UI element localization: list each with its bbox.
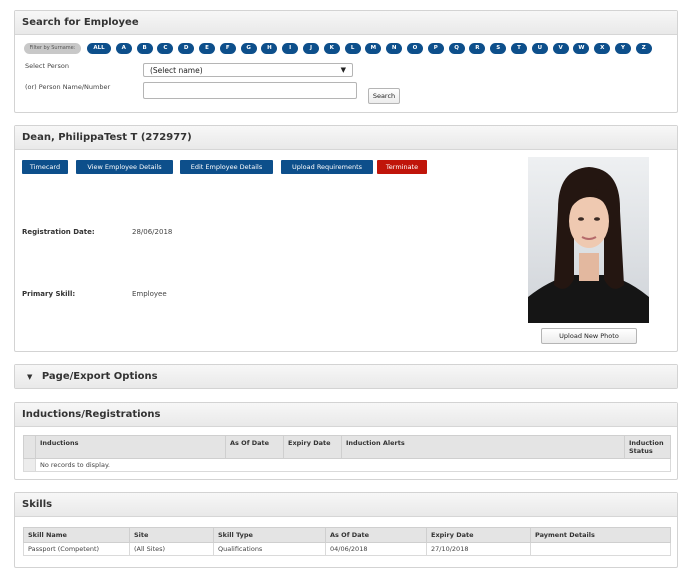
payment-details-cell [530,542,671,556]
as-of-date-cell: 04/06/2018 [325,542,427,556]
select-person-label: Select Person [25,62,69,70]
surname-filter-j[interactable]: J [303,43,319,54]
inductions-header-row: Inductions As Of Date Expiry Date Induct… [23,435,671,459]
select-person-value: (Select name) [150,66,203,75]
surname-filter-i[interactable]: I [282,43,299,54]
registration-date-label: Registration Date: [22,228,95,236]
site-cell: (All Sites) [129,542,214,556]
chevron-down-icon: ▼ [340,66,346,74]
expiry-date-column[interactable]: Expiry Date [283,435,342,459]
name-number-label: (or) Person Name/Number [25,83,111,91]
surname-filter-m[interactable]: M [365,43,382,54]
view-employee-details-button[interactable]: View Employee Details [76,160,173,174]
skills-panel: Skills Skill Name Site Skill Type As Of … [14,492,678,568]
as-of-date-column[interactable]: As Of Date [225,435,284,459]
upload-new-photo-button[interactable]: Upload New Photo [541,328,637,344]
surname-filter-r[interactable]: R [469,43,486,54]
row-select-column [23,435,36,459]
skill-type-cell: Qualifications [213,542,326,556]
page-export-title: Page/Export Options [41,371,158,382]
inductions-panel: Inductions/Registrations Inductions As O… [14,402,678,480]
surname-filter-e[interactable]: E [199,43,215,54]
surname-filter-x[interactable]: X [594,43,611,54]
skill-type-column[interactable]: Skill Type [213,527,326,543]
primary-skill-value: Employee [132,290,167,298]
site-column[interactable]: Site [129,527,214,543]
expiry-date-cell: 27/10/2018 [426,542,531,556]
employee-photo [528,157,649,323]
skills-title: Skills [15,493,677,517]
search-panel: Search for Employee Filter by Surname: AL… [14,10,678,113]
skill-name-cell: Passport (Competent) [23,542,130,556]
inductions-table: Inductions As Of Date Expiry Date Induct… [23,435,671,472]
surname-filter-u[interactable]: U [531,43,548,54]
skills-table: Skill Name Site Skill Type As Of Date Ex… [23,527,671,556]
induction-status-column[interactable]: Induction Status [624,435,671,459]
surname-filter-c[interactable]: C [157,43,174,54]
inductions-title: Inductions/Registrations [15,403,677,427]
surname-filter-p[interactable]: P [427,43,444,54]
skill-name-column[interactable]: Skill Name [23,527,130,543]
row-select-cell [23,458,36,472]
no-records-message: No records to display. [35,458,671,472]
select-person-dropdown[interactable]: (Select name) ▼ [143,63,353,77]
registration-date-value: 28/06/2018 [132,228,173,236]
surname-filter-z[interactable]: Z [635,43,652,54]
table-row[interactable]: Passport (Competent) (All Sites) Qualifi… [23,542,671,556]
surname-filter-l[interactable]: L [344,43,361,54]
terminate-button[interactable]: Terminate [377,160,427,174]
surname-filter-n[interactable]: N [386,43,403,54]
surname-filter-g[interactable]: G [240,43,257,54]
surname-filter-v[interactable]: V [552,43,569,54]
caret-down-icon: ▼ [27,373,33,381]
surname-filter-f[interactable]: F [219,43,236,54]
search-button[interactable]: Search [368,88,400,104]
surname-filter-h[interactable]: H [261,43,278,54]
employee-title: Dean, PhilippaTest T (272977) [15,126,677,150]
page-export-panel[interactable]: ▼ Page/Export Options [14,364,678,389]
surname-filter-t[interactable]: T [511,43,527,54]
filter-by-surname-label: Filter by Surname: [24,43,81,54]
name-number-input[interactable] [143,82,357,99]
surname-filter-q[interactable]: Q [448,43,465,54]
search-panel-title: Search for Employee [15,11,677,35]
surname-filter-d[interactable]: D [178,43,195,54]
expiry-date-column[interactable]: Expiry Date [426,527,531,543]
page-export-header[interactable]: ▼ Page/Export Options [15,365,677,388]
surname-filter-s[interactable]: S [490,43,507,54]
inductions-column[interactable]: Inductions [35,435,226,459]
timecard-button[interactable]: Timecard [22,160,68,174]
employee-panel: Dean, PhilippaTest T (272977) Timecard V… [14,125,678,352]
primary-skill-label: Primary Skill: [22,290,76,298]
surname-filter-k[interactable]: K [323,43,340,54]
upload-requirements-button[interactable]: Upload Requirements [281,160,373,174]
surname-filter-w[interactable]: W [573,43,590,54]
empty-row: No records to display. [23,458,671,472]
surname-filter-y[interactable]: Y [615,43,631,54]
as-of-date-column[interactable]: As Of Date [325,527,427,543]
surname-filter-all[interactable]: ALL [87,43,111,54]
skills-header-row: Skill Name Site Skill Type As Of Date Ex… [23,527,671,543]
surname-filter-o[interactable]: O [407,43,423,54]
induction-alerts-column[interactable]: Induction Alerts [341,435,625,459]
edit-employee-details-button[interactable]: Edit Employee Details [180,160,273,174]
surname-filter-b[interactable]: B [136,43,153,54]
surname-filter-a[interactable]: A [115,43,132,54]
payment-details-column[interactable]: Payment Details [530,527,671,543]
